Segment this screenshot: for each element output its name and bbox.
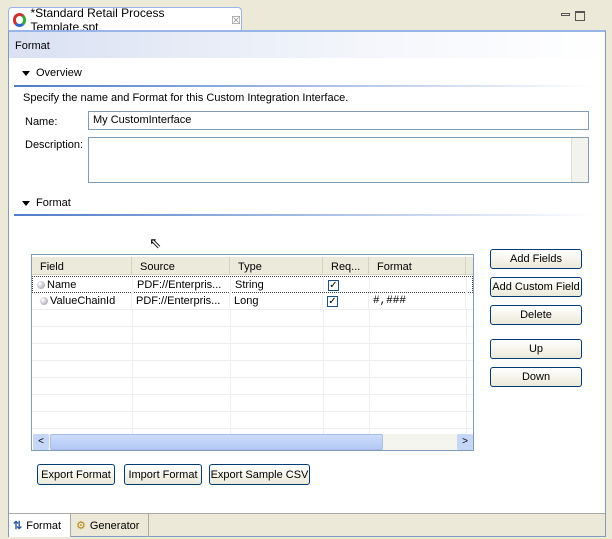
name-label: Name: bbox=[25, 116, 58, 128]
bottom-tab-format[interactable]: ⇅ Format bbox=[9, 514, 71, 537]
export-sample-csv-button[interactable]: Export Sample CSV bbox=[209, 464, 310, 485]
column-header-field[interactable]: Field bbox=[32, 257, 132, 275]
name-input[interactable]: My CustomInterface bbox=[88, 111, 589, 130]
source-cell: PDF://Enterpris... bbox=[133, 277, 231, 294]
field-icon bbox=[40, 297, 48, 306]
scroll-right-button[interactable]: > bbox=[457, 434, 473, 450]
up-button[interactable]: Up bbox=[490, 339, 582, 359]
column-header-filler bbox=[466, 257, 473, 275]
format-arrows-icon: ⇅ bbox=[13, 520, 23, 532]
bottom-tab-label: Generator bbox=[89, 519, 140, 532]
scroll-thumb[interactable] bbox=[50, 434, 383, 450]
overview-description: Specify the name and Format for this Cus… bbox=[23, 92, 349, 104]
table-row[interactable]: ValueChainId PDF://Enterpris... Long ✓ #… bbox=[32, 293, 473, 310]
expand-triangle-icon bbox=[22, 200, 30, 206]
delete-button[interactable]: Delete bbox=[490, 305, 582, 325]
description-scrollbar[interactable] bbox=[571, 138, 588, 182]
add-fields-button[interactable]: Add Fields bbox=[490, 249, 582, 269]
required-checkbox[interactable]: ✓ bbox=[327, 296, 338, 307]
source-cell: PDF://Enterpris... bbox=[132, 293, 230, 310]
expand-triangle-icon bbox=[22, 70, 30, 76]
gear-icon: ⚙ bbox=[76, 520, 86, 532]
mouse-cursor: ⇖ bbox=[149, 235, 162, 252]
column-gridlines bbox=[132, 310, 133, 435]
required-checkbox[interactable]: ✓ bbox=[328, 280, 339, 291]
overview-title: Overview bbox=[36, 67, 82, 79]
column-header-type[interactable]: Type bbox=[230, 257, 323, 275]
bottom-tab-generator[interactable]: ⚙ Generator bbox=[72, 514, 149, 537]
export-format-button[interactable]: Export Format bbox=[37, 464, 115, 485]
field-cell: ValueChainId bbox=[50, 295, 116, 307]
format-cell bbox=[370, 277, 467, 294]
type-cell: String bbox=[231, 277, 324, 294]
field-cell: Name bbox=[47, 279, 77, 291]
bottom-tab-label: Format bbox=[26, 519, 62, 532]
column-header-required[interactable]: Req... bbox=[323, 257, 369, 275]
format-section-title: Format bbox=[36, 197, 71, 209]
table-row[interactable]: Name PDF://Enterpris... String ✓ bbox=[32, 276, 473, 294]
process-icon bbox=[13, 13, 27, 27]
maximize-button[interactable] bbox=[575, 11, 585, 21]
add-custom-field-button[interactable]: Add Custom Field bbox=[490, 277, 582, 297]
page-title: Format bbox=[9, 32, 605, 58]
column-header-format[interactable]: Format bbox=[369, 257, 466, 275]
empty-rows bbox=[32, 310, 473, 435]
format-section-toggle[interactable]: Format bbox=[22, 197, 71, 209]
type-cell: Long bbox=[230, 293, 323, 310]
minimize-button[interactable] bbox=[561, 13, 570, 16]
scroll-left-button[interactable]: < bbox=[33, 434, 49, 450]
fields-table: Field Source Type Req... Format Name PDF… bbox=[31, 254, 474, 451]
description-input[interactable] bbox=[88, 137, 589, 183]
column-header-source[interactable]: Source bbox=[132, 257, 230, 275]
divider bbox=[14, 85, 594, 87]
editor-tab[interactable]: *Standard Retail Process Template.spt ☒ bbox=[8, 6, 242, 34]
field-icon bbox=[37, 281, 45, 290]
format-cell: #,### bbox=[369, 293, 466, 310]
description-label: Description: bbox=[25, 139, 84, 151]
divider bbox=[14, 214, 594, 216]
overview-section-toggle[interactable]: Overview bbox=[22, 67, 82, 79]
down-button[interactable]: Down bbox=[490, 367, 582, 387]
close-icon[interactable]: ☒ bbox=[231, 14, 241, 27]
horizontal-scrollbar[interactable]: < > bbox=[33, 434, 473, 450]
import-format-button[interactable]: Import Format bbox=[124, 464, 202, 485]
